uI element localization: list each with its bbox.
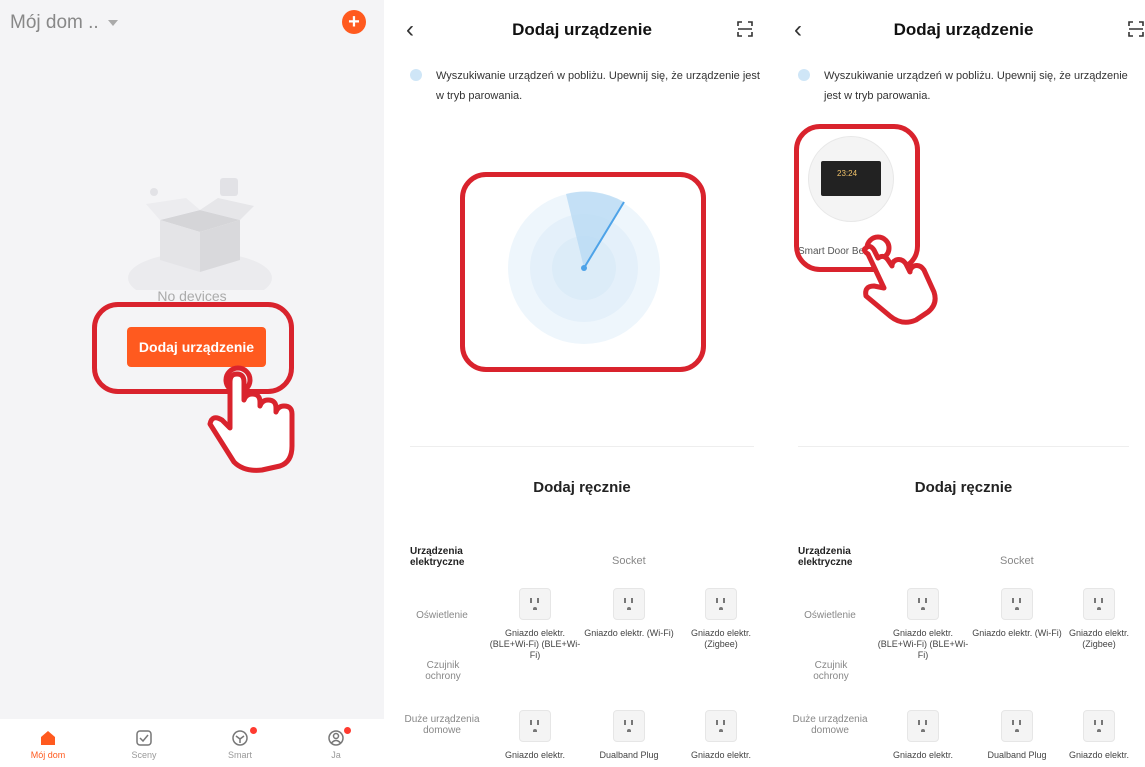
category-electrical[interactable]: Urządzenia elektryczne [394,546,480,568]
device-label: Gniazdo elektr. [1068,750,1130,760]
category-security-sensor[interactable]: Czujnik ochrony [806,660,856,682]
caret-down-icon [107,19,118,26]
scan-icon[interactable] [1127,20,1145,38]
plug-icon [907,710,939,742]
empty-box-icon [128,178,272,290]
device-label: Gniazdo elektr. (Zigbee) [1068,628,1130,649]
page-title: Dodaj urządzenie [512,20,652,39]
device-item[interactable]: Gniazdo elektr. (BLE+Wi-Fi) (BLE+Wi-Fi) [877,588,969,661]
add-plus-button[interactable]: + [342,10,366,34]
header: ‹ Dodaj urządzenie [394,0,770,60]
plug-icon [1001,710,1033,742]
plug-icon [907,588,939,620]
page-title: Dodaj urządzenie [893,20,1034,39]
notification-dot [250,727,257,734]
device-item[interactable]: Dualband Plug [971,710,1063,761]
device-label: Gniazdo elektr. (Wi-Fi) [584,628,674,638]
device-item[interactable]: Gniazdo elektr. (Wi-Fi) [583,588,675,639]
tap-hand-icon [207,365,295,473]
tab-profile[interactable]: Ja [288,719,384,767]
category-lighting[interactable]: Oświetlenie [782,610,878,621]
category-lighting[interactable]: Oświetlenie [394,610,490,621]
device-label: Gniazdo elektr. (BLE+Wi-Fi) (BLE+Wi-Fi) [489,628,581,660]
search-info-text: Wyszukiwanie urządzeń w pobliżu. Upewnij… [436,70,760,102]
tap-hand-icon [861,234,938,325]
divider [410,446,754,447]
device-item[interactable]: Gniazdo elektr. [489,710,581,761]
device-item[interactable]: Gniazdo elektr. [1053,710,1145,761]
category-security-sensor[interactable]: Czujnik ochrony [418,660,468,682]
section-label-socket: Socket [612,555,646,567]
device-label: Gniazdo elektr. (BLE+Wi-Fi) (BLE+Wi-Fi) [877,628,969,660]
tab-smart[interactable]: Smart [192,719,288,767]
plug-icon [519,588,551,620]
device-label: Gniazdo elektr. [690,750,752,760]
category-large-appliances[interactable]: Duże urządzenia domowe [394,714,490,736]
loading-spinner-icon [798,69,810,81]
device-item[interactable]: Gniazdo elektr. (BLE+Wi-Fi) (BLE+Wi-Fi) [489,588,581,661]
scenes-icon [136,730,152,746]
add-device-screen-found: ‹ Dodaj urządzenie Wyszukiwanie urządzeń… [782,0,1145,767]
search-info: Wyszukiwanie urządzeń w pobliżu. Upewnij… [410,66,762,106]
search-info-text: Wyszukiwanie urządzeń w pobliżu. Upewnij… [824,70,1128,102]
device-item[interactable]: Gniazdo elektr. (Zigbee) [675,588,767,650]
plug-icon [613,588,645,620]
plug-icon [705,588,737,620]
manual-add-title: Dodaj ręcznie [914,479,1013,496]
device-item[interactable]: Gniazdo elektr. (Wi-Fi) [971,588,1063,639]
profile-icon [328,730,344,746]
section-label-socket: Socket [1000,555,1034,567]
device-item[interactable]: Dualband Plug [583,710,675,761]
device-label: Dualband Plug [599,750,659,760]
home-selector[interactable]: Mój dom .. [10,12,118,34]
tab-label: Sceny [131,750,157,760]
home-title: Mój dom .. [10,12,99,33]
tab-label: Ja [331,750,341,760]
device-label: Gniazdo elektr. (Zigbee) [690,628,752,649]
tab-home[interactable]: Mój dom [0,719,96,767]
tab-label: Smart [227,750,252,760]
loading-spinner-icon [410,69,422,81]
plug-icon [519,710,551,742]
device-label: Dualband Plug [987,750,1047,760]
home-icon [41,731,55,745]
manual-add-title: Dodaj ręcznie [533,479,631,496]
tab-label: Mój dom [30,750,66,760]
device-label: Gniazdo elektr. [892,750,954,760]
plug-icon [705,710,737,742]
plug-icon [1083,588,1115,620]
search-info: Wyszukiwanie urządzeń w pobliżu. Upewnij… [798,66,1137,106]
device-label: Gniazdo elektr. [504,750,566,760]
smart-icon [232,730,248,746]
tab-scenes[interactable]: Sceny [96,719,192,767]
plug-icon [613,710,645,742]
plug-icon [1083,710,1115,742]
add-device-screen-searching: ‹ Dodaj urządzenie Wyszukiwanie urządzeń… [394,0,770,767]
device-item[interactable]: Gniazdo elektr. [675,710,767,761]
divider [798,446,1129,447]
device-item[interactable]: Gniazdo elektr. [877,710,969,761]
notification-dot [344,727,351,734]
scan-icon[interactable] [736,20,754,38]
category-large-appliances[interactable]: Duże urządzenia domowe [782,714,878,736]
tab-bar: Mój dom Sceny Smart Ja [0,719,384,767]
highlight-box [460,172,706,372]
category-electrical[interactable]: Urządzenia elektryczne [782,546,868,568]
plug-icon [1001,588,1033,620]
home-screen: Mój dom .. + No devices Dodaj urządzenie… [0,0,384,767]
header: ‹ Dodaj urządzenie [782,0,1145,60]
device-item[interactable]: Gniazdo elektr. (Zigbee) [1053,588,1145,650]
device-label: Gniazdo elektr. (Wi-Fi) [972,628,1062,638]
